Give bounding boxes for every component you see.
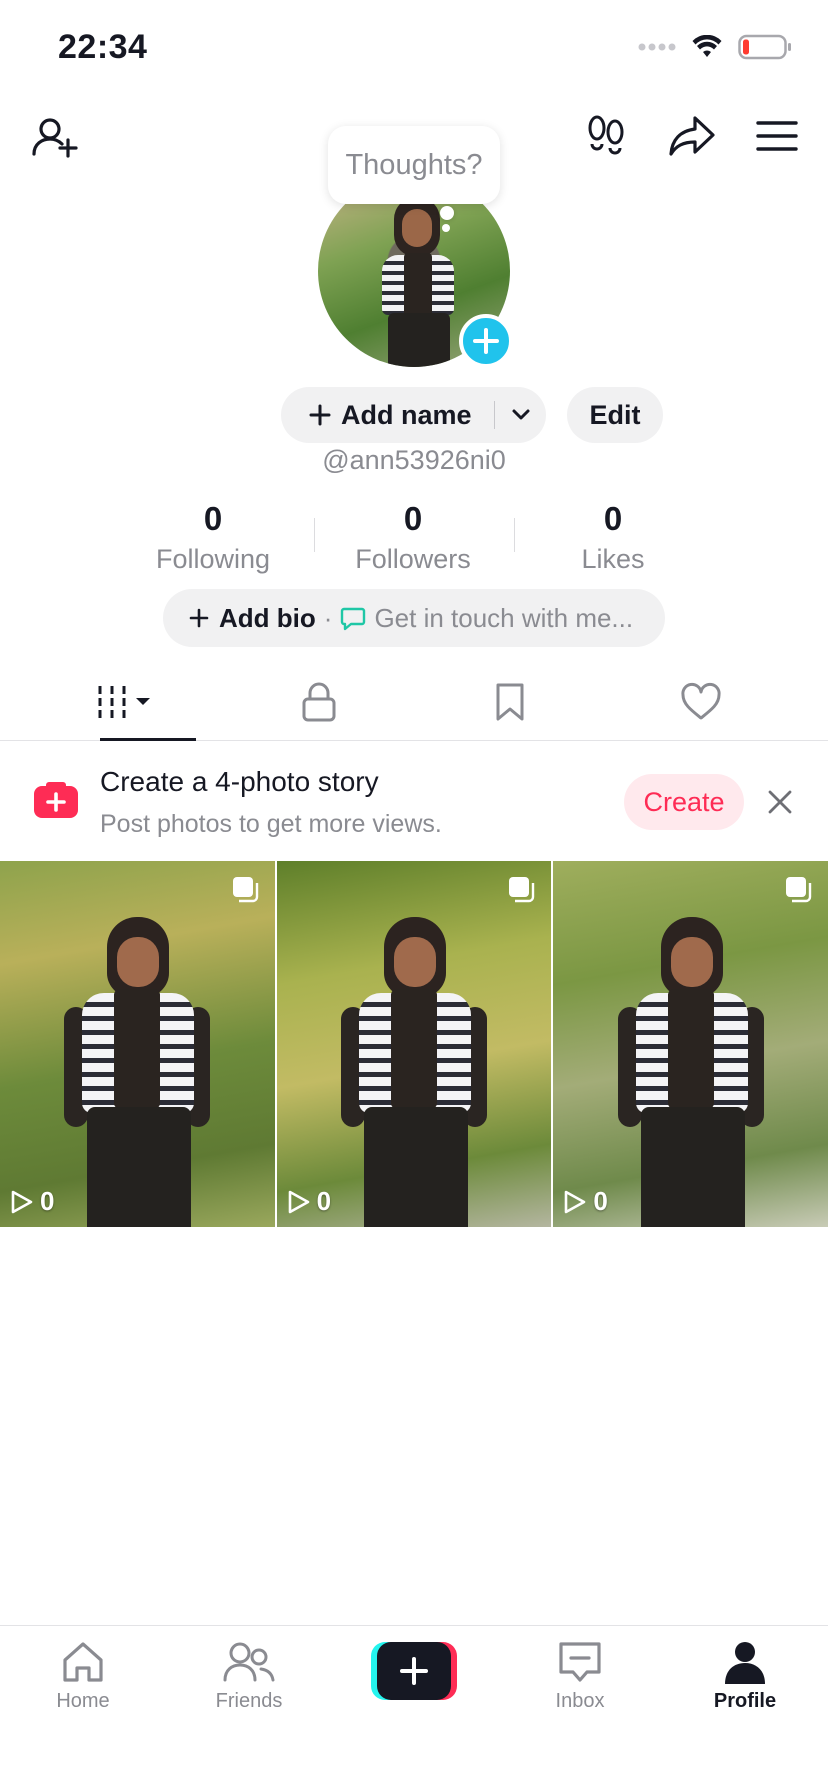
bottom-nav: Home Friends Inbox Profile <box>0 1625 828 1792</box>
thumbnail-image <box>62 897 212 1227</box>
lock-icon <box>302 682 335 722</box>
multi-photo-icon <box>232 877 258 903</box>
contact-label: Get in touch with me... <box>374 602 634 633</box>
signal-icon <box>638 43 676 51</box>
add-story-button[interactable] <box>459 314 513 368</box>
view-count-value: 0 <box>593 1186 608 1216</box>
plus-icon <box>189 608 209 628</box>
create-button[interactable] <box>371 1642 457 1700</box>
friends-icon <box>223 1642 275 1682</box>
thumbnail-image <box>339 897 489 1227</box>
promo-subtitle: Post photos to get more views. <box>100 810 442 838</box>
active-tab-indicator <box>100 738 196 741</box>
photo-story-promo: Create a 4-photo story Post photos to ge… <box>0 742 828 860</box>
stat-value: 0 <box>603 500 623 537</box>
multi-photo-icon <box>509 877 535 903</box>
stat-divider <box>314 518 315 552</box>
tab-saved[interactable] <box>406 664 613 740</box>
add-friend-button[interactable] <box>30 114 80 164</box>
profile-icon <box>725 1642 765 1684</box>
thoughts-bubble-tail <box>440 206 454 220</box>
video-thumbnail[interactable]: 0 <box>276 861 552 1227</box>
plus-icon <box>473 328 499 354</box>
nav-label: Home <box>56 1690 110 1712</box>
battery-icon <box>738 34 791 60</box>
thoughts-bubble[interactable]: Thoughts? <box>328 126 500 204</box>
stat-value: 0 <box>203 500 223 537</box>
promo-title: Create a 4-photo story <box>100 766 379 797</box>
stat-likes[interactable]: 0 Likes <box>523 500 703 575</box>
view-count: 0 <box>10 1186 54 1217</box>
wifi-icon <box>692 35 722 57</box>
heart-icon <box>680 682 721 720</box>
thumbnail-image <box>616 897 766 1227</box>
close-icon[interactable] <box>766 788 794 816</box>
video-thumbnail[interactable]: 0 <box>553 861 828 1227</box>
username-handle: @ann53926ni0 <box>322 445 506 475</box>
add-name-button[interactable]: Add name <box>281 387 546 443</box>
grid-icon <box>98 686 150 718</box>
stat-label: Following <box>155 544 271 574</box>
video-thumbnail[interactable]: 0 <box>0 861 275 1227</box>
add-user-icon <box>32 118 78 158</box>
tab-liked[interactable] <box>597 664 804 740</box>
add-bio-label: Add bio <box>219 602 316 633</box>
inbox-icon <box>559 1642 601 1682</box>
stat-label: Likes <box>581 544 645 574</box>
profile-stats: 0 Following 0 Followers 0 Likes <box>0 500 828 574</box>
profile-tabs <box>0 664 828 741</box>
nav-label: Friends <box>215 1690 283 1712</box>
tab-private[interactable] <box>215 664 422 740</box>
create-plus-icon <box>400 1657 428 1685</box>
share-icon[interactable] <box>668 114 716 158</box>
play-icon <box>11 1190 33 1213</box>
footprints-icon[interactable] <box>584 114 628 158</box>
add-name-label: Add name <box>341 399 472 430</box>
photo-plus-icon <box>34 782 78 818</box>
chevron-down-icon[interactable] <box>511 408 531 422</box>
view-count: 0 <box>563 1186 608 1217</box>
nav-inbox[interactable]: Inbox <box>497 1640 663 1713</box>
stat-following[interactable]: 0 Following <box>123 500 303 575</box>
play-icon <box>288 1190 309 1213</box>
view-count-value: 0 <box>40 1186 55 1216</box>
nav-label: Inbox <box>555 1690 605 1712</box>
home-icon <box>63 1642 103 1682</box>
video-grid: 0 0 0 <box>0 861 828 1227</box>
tab-videos[interactable] <box>22 664 229 741</box>
nav-label: Profile <box>713 1690 777 1712</box>
menu-icon[interactable] <box>756 118 798 154</box>
add-bio-button[interactable]: Add bio · Get in touch with me... <box>163 589 665 647</box>
stat-value: 0 <box>403 500 423 537</box>
thoughts-bubble-tail-small <box>442 224 450 232</box>
status-time: 22:34 <box>58 28 148 66</box>
top-actions <box>584 114 798 158</box>
pill-divider <box>493 401 495 429</box>
multi-photo-icon <box>786 877 812 903</box>
stat-label: Followers <box>355 544 471 574</box>
edit-profile-button[interactable]: Edit <box>567 387 663 443</box>
nav-profile[interactable]: Profile <box>662 1640 828 1713</box>
nav-friends[interactable]: Friends <box>166 1640 332 1713</box>
message-bubble-icon <box>341 607 366 631</box>
stat-followers[interactable]: 0 Followers <box>323 500 503 575</box>
create-story-button[interactable]: Create <box>624 774 744 830</box>
play-icon <box>565 1190 586 1213</box>
stat-divider <box>514 518 515 552</box>
view-count-value: 0 <box>316 1186 332 1216</box>
bio-separator: · <box>323 602 333 633</box>
plus-icon <box>309 404 331 426</box>
status-icons <box>638 34 792 60</box>
view-count: 0 <box>287 1186 331 1217</box>
nav-home[interactable]: Home <box>0 1640 166 1713</box>
bookmark-icon <box>496 683 523 721</box>
